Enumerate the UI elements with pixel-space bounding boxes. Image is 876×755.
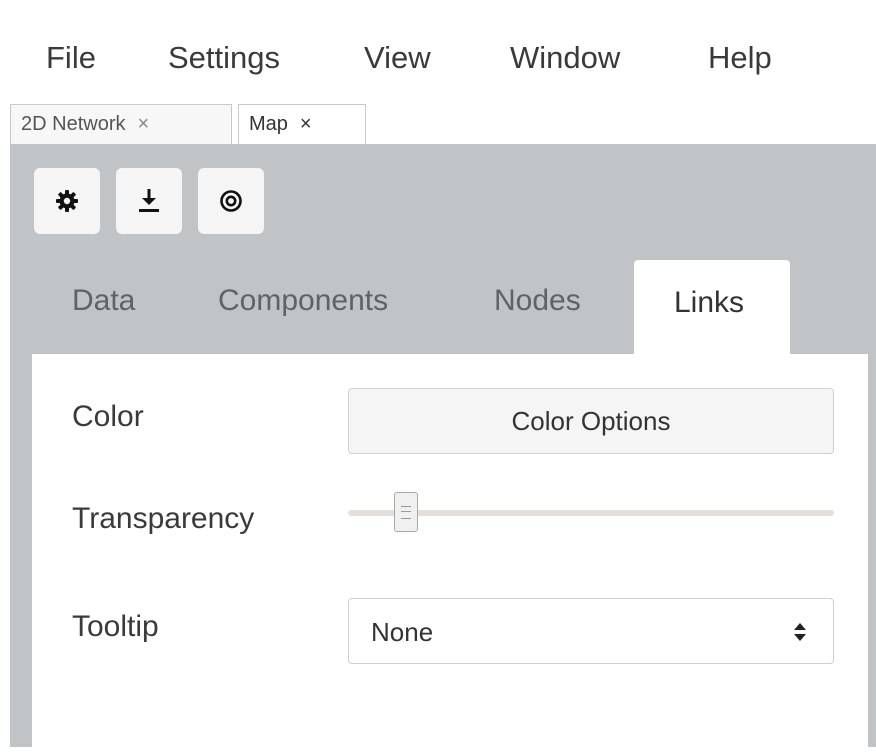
transparency-slider-track[interactable] — [348, 510, 834, 516]
close-icon[interactable]: × — [137, 113, 149, 136]
doc-tab-2d-network[interactable]: 2D Network × — [10, 104, 232, 144]
select-arrows-icon — [794, 623, 806, 641]
doc-tab-label: Map — [249, 113, 288, 135]
close-icon[interactable]: × — [300, 113, 312, 136]
menu-help[interactable]: Help — [708, 40, 772, 76]
settings-button[interactable] — [34, 168, 100, 234]
tooltip-select-value: None — [371, 617, 434, 647]
target-icon — [220, 190, 242, 212]
menu-bar: File Settings View Window Help — [0, 0, 876, 104]
sidebar-panel: Data Components Nodes Links Color Color … — [10, 144, 876, 747]
color-label: Color — [72, 400, 144, 433]
app-window: File Settings View Window Help 2D Networ… — [0, 0, 876, 755]
menu-file[interactable]: File — [46, 40, 96, 76]
download-icon — [139, 189, 159, 212]
doc-tab-label: 2D Network — [21, 113, 126, 135]
tab-links-label: Links — [674, 286, 745, 319]
doc-tab-map[interactable]: Map × — [238, 104, 366, 144]
transparency-label: Transparency — [72, 502, 255, 535]
gear-icon — [56, 190, 78, 212]
tab-nodes[interactable]: Nodes — [494, 284, 581, 318]
menu-view[interactable]: View — [364, 40, 431, 76]
links-settings-panel: Color Color Options Transparency Tooltip… — [32, 354, 868, 747]
transparency-slider-handle[interactable] — [394, 492, 419, 532]
tooltip-select[interactable]: None — [348, 598, 834, 664]
target-button[interactable] — [198, 168, 264, 234]
menu-settings[interactable]: Settings — [168, 40, 280, 76]
tab-links[interactable]: Links — [634, 260, 790, 356]
tab-data[interactable]: Data — [72, 284, 135, 318]
tab-components[interactable]: Components — [218, 284, 388, 318]
color-options-button[interactable]: Color Options — [348, 388, 834, 454]
tooltip-label: Tooltip — [72, 610, 159, 643]
menu-window[interactable]: Window — [510, 40, 620, 76]
download-button[interactable] — [116, 168, 182, 234]
